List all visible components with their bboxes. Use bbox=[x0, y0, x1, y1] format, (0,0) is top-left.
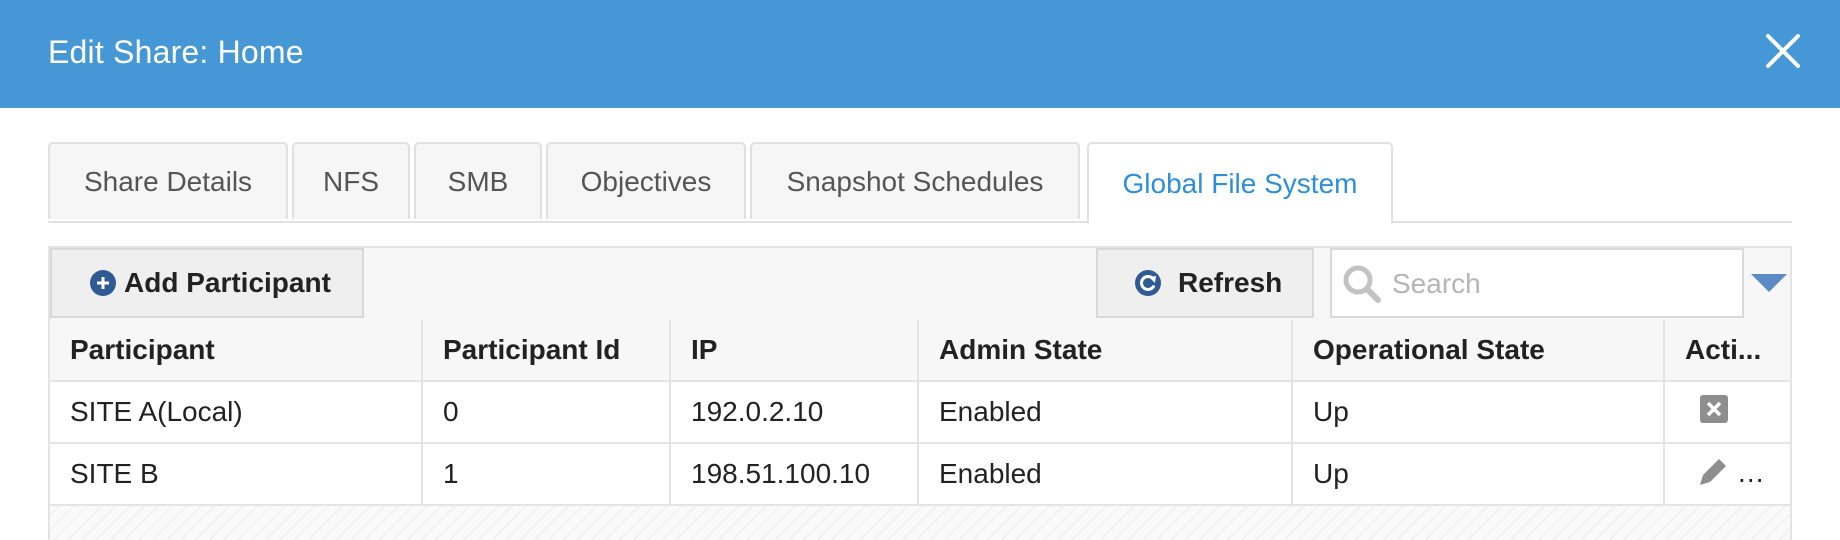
delete-icon[interactable] bbox=[1751, 456, 1781, 493]
table-header-row: Participant Participant Id IP Admin Stat… bbox=[50, 320, 1790, 382]
cell-admin-state: Enabled bbox=[917, 380, 1293, 444]
column-header-participant-id[interactable]: Participant Id bbox=[421, 320, 671, 382]
cell-operational-state: Up bbox=[1291, 442, 1665, 506]
triangle-down-icon bbox=[1751, 274, 1787, 292]
tab-objectives[interactable]: Objectives bbox=[546, 142, 746, 219]
tab-global-file-system[interactable]: Global File System bbox=[1087, 142, 1393, 223]
participants-table: Participant Participant Id IP Admin Stat… bbox=[50, 320, 1790, 506]
dialog-title: Edit Share: Home bbox=[48, 34, 304, 70]
cell-participant: SITE B bbox=[50, 442, 423, 506]
tab-smb[interactable]: SMB bbox=[414, 142, 542, 219]
toolbar: Add Participant Refresh bbox=[50, 248, 1790, 322]
add-participant-label: Add Participant bbox=[124, 267, 331, 298]
refresh-button[interactable]: Refresh bbox=[1096, 248, 1314, 318]
column-header-ip[interactable]: IP bbox=[669, 320, 919, 382]
cell-operational-state: Up bbox=[1291, 380, 1665, 444]
cell-participant: SITE A(Local) bbox=[50, 380, 423, 444]
cell-admin-state: Enabled bbox=[917, 442, 1293, 506]
table-row[interactable]: SITE A(Local) 0 192.0.2.10 Enabled Up bbox=[50, 380, 1790, 444]
cell-participant-id: 0 bbox=[421, 380, 671, 444]
cell-ip: 192.0.2.10 bbox=[669, 380, 919, 444]
plus-circle-icon bbox=[90, 270, 116, 296]
tab-nfs[interactable]: NFS bbox=[292, 142, 410, 219]
edit-icon[interactable] bbox=[1699, 456, 1729, 493]
participants-panel: Add Participant Refresh Search Participa… bbox=[48, 246, 1792, 540]
add-participant-button[interactable]: Add Participant bbox=[50, 248, 364, 318]
cell-actions bbox=[1663, 442, 1790, 506]
tab-snapshot-schedules[interactable]: Snapshot Schedules bbox=[750, 142, 1080, 219]
delete-icon[interactable] bbox=[1699, 394, 1729, 431]
cell-participant-id: 1 bbox=[421, 442, 671, 506]
search-icon bbox=[1342, 264, 1382, 309]
cell-ip: 198.51.100.10 bbox=[669, 442, 919, 506]
column-header-actions[interactable]: Acti... bbox=[1663, 320, 1790, 382]
search-options-dropdown[interactable] bbox=[1748, 248, 1790, 318]
close-icon[interactable] bbox=[1758, 26, 1808, 76]
column-header-participant[interactable]: Participant bbox=[50, 320, 423, 382]
refresh-icon bbox=[1134, 269, 1162, 297]
table-row[interactable]: SITE B 1 198.51.100.10 Enabled Up bbox=[50, 442, 1790, 506]
search-box bbox=[1330, 248, 1744, 318]
search-input[interactable] bbox=[1390, 262, 1734, 306]
tab-bar: Share Details NFS SMB Objectives Snapsho… bbox=[48, 142, 1792, 223]
column-header-admin-state[interactable]: Admin State bbox=[917, 320, 1293, 382]
refresh-label: Refresh bbox=[1178, 267, 1283, 298]
cell-actions bbox=[1663, 380, 1790, 444]
tab-share-details[interactable]: Share Details bbox=[48, 142, 288, 219]
dialog-header: Edit Share: Home bbox=[0, 0, 1840, 108]
column-header-operational-state[interactable]: Operational State bbox=[1291, 320, 1665, 382]
